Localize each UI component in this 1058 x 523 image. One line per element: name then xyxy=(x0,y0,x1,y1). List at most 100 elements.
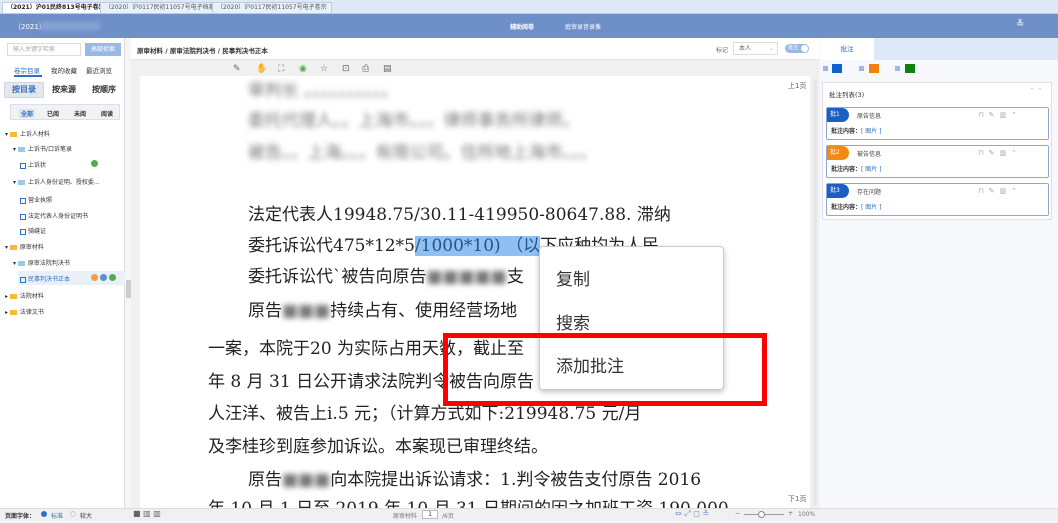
advanced-search-button[interactable]: 高级检索 xyxy=(85,43,121,56)
option-larger-label: 较大 xyxy=(80,513,93,520)
annotation-toggle[interactable]: 批注 xyxy=(785,44,809,53)
page-input[interactable]: 1 xyxy=(422,510,438,519)
breadcrumb: 原审材料 / 原审法院判决书 / 民事判决书正本 xyxy=(137,47,268,55)
tree-item[interactable]: ▾ 原审材料 xyxy=(5,242,44,251)
pen-icon[interactable]: ✎ xyxy=(233,64,241,74)
file-tab[interactable]: （2021）沪01民终813号电子卷宗 xyxy=(2,2,110,14)
tree-item[interactable]: 营业执照 xyxy=(20,195,52,204)
filter-read[interactable]: 已阅 xyxy=(47,109,59,118)
link-icon[interactable]: ⊡ xyxy=(342,64,350,74)
doc-toolbar: 原审材料 / 原审法院判决书 / 民事判决书正本 标记 本人 ⌄ 批注 xyxy=(131,38,819,60)
tree-item[interactable]: 法定代表人身份证明书 xyxy=(20,211,88,220)
color-swatch-orange xyxy=(869,64,879,73)
color-checkbox[interactable] xyxy=(859,66,864,71)
folder-icon xyxy=(9,310,17,315)
annotation-card[interactable]: 批3 存在问题 ⊓✎▥⌃ 批注内容：[ 图片 ] xyxy=(826,183,1049,216)
mark-select[interactable]: 本人 ⌄ xyxy=(733,42,778,55)
tree-item[interactable]: 骑缝证 xyxy=(20,226,46,235)
page-total: /6页 xyxy=(442,513,454,520)
hand-icon[interactable]: ✋ xyxy=(256,64,267,74)
collapse-all-icon[interactable]: ⌃ ⌃ xyxy=(1029,87,1043,95)
annotation-card[interactable]: 批1 原告信息 ⊓✎▥⌃ 批注内容：[ 图片 ] xyxy=(826,107,1049,140)
page-label: 原审材料 xyxy=(393,513,418,520)
annotation-actions-icons[interactable]: ⊓✎▥⌃ xyxy=(978,187,1022,195)
header-bar: （2021） 辅助阅卷 庭审录音录像 ≚ xyxy=(0,14,1058,38)
print-icon[interactable]: ⎙ xyxy=(362,64,369,74)
sort-by-source[interactable]: 按来源 xyxy=(44,82,84,98)
doc-line-blurred: 审判长 。。。。。。。。。。 xyxy=(248,81,398,101)
annotation-title: 存在问题 xyxy=(857,189,882,196)
menu-copy[interactable]: 复制 xyxy=(556,265,590,290)
zoom-in-icon[interactable]: + xyxy=(788,510,793,517)
zoom-slider-handle[interactable] xyxy=(758,511,765,518)
tree-item[interactable]: ▾ 上诉书/口诉笔录 xyxy=(13,144,72,153)
nav-audio-video[interactable]: 庭审录音录像 xyxy=(565,22,601,31)
tab-favorites[interactable]: 我的收藏 xyxy=(51,65,77,75)
filter-reading[interactable]: 阅读 xyxy=(101,109,113,118)
doc-scrollbar[interactable] xyxy=(813,80,817,505)
annotation-content: 批注内容：[ 图片 ] xyxy=(831,204,882,211)
annotation-actions-icons[interactable]: ⊓✎▥⌃ xyxy=(978,111,1022,119)
filter-unread[interactable]: 未阅 xyxy=(74,109,86,118)
file-icon xyxy=(20,276,26,283)
zoom-level: 100% xyxy=(798,511,816,518)
read-icon[interactable]: ◉ xyxy=(299,64,307,74)
sort-by-order[interactable]: 按顺序 xyxy=(84,82,124,98)
annotation-actions-icons[interactable]: ⊓✎▥⌃ xyxy=(978,149,1022,157)
file-tabs: （2021）沪01民终813号电子卷宗 （2020）沪0117民初11057号电… xyxy=(0,0,1058,14)
tree-item[interactable]: ▾ 原审法院判决书 xyxy=(13,258,70,267)
tree-item[interactable]: ▸ 法院材料 xyxy=(5,291,44,300)
tree-item[interactable]: ▸ 法律文书 xyxy=(5,307,44,316)
radio-larger[interactable] xyxy=(70,511,76,517)
notes-icon[interactable]: ▤ xyxy=(383,64,392,74)
annotation-card[interactable]: 批2 被告信息 ⊓✎▥⌃ 批注内容：[ 图片 ] xyxy=(826,145,1049,178)
tab-annotation[interactable]: 批注 xyxy=(820,38,874,60)
status-bar: 页面字体： 标准 较大 ■ ▥ ▥ 原审材料 1 /6页 ⇔ ⤢ ◻ ≚ − +… xyxy=(0,508,1058,521)
doc-line-blurred: 被告。。上海。。。有限公司。住所地上海市。。。 xyxy=(248,143,597,163)
fit-icons[interactable]: ⇔ ⤢ ◻ ≚ xyxy=(675,509,709,519)
folder-icon xyxy=(9,294,17,299)
list-title: 批注列表(3) xyxy=(829,91,865,99)
annotation-status-icon xyxy=(91,274,98,281)
crop-icon[interactable]: ⛶ xyxy=(278,64,284,74)
tab-catalog[interactable]: 卷宗目录 xyxy=(14,65,40,75)
tree-item[interactable]: ▾ 上诉人材料 xyxy=(5,129,50,138)
selected-text[interactable]: /1000*10) （以 xyxy=(414,236,541,256)
doc-line-blurred: 委托代理人。。上海市。。。律师事务所律师。 xyxy=(248,111,580,131)
view-mode-icons[interactable]: ■ ▥ ▥ xyxy=(133,509,161,518)
case-number-blurred xyxy=(40,22,100,30)
prev-page-button[interactable]: 上1页 xyxy=(788,81,806,91)
tree-item-selected[interactable]: 民事判决书正本 xyxy=(20,274,70,283)
star-icon[interactable]: ☆ xyxy=(320,64,328,74)
color-checkbox[interactable] xyxy=(823,66,828,71)
filter-all[interactable]: 全部 xyxy=(19,109,36,118)
tree-item[interactable]: ▾ 上诉人身份证明、授权委... xyxy=(13,177,100,186)
annotation-tag: 批2 xyxy=(827,146,849,160)
filter-bar: 全部 已阅 未阅 阅读 xyxy=(10,104,120,120)
annotation-title: 被告信息 xyxy=(857,151,882,158)
tab-recent[interactable]: 最近浏览 xyxy=(86,65,112,75)
zoom-out-icon[interactable]: − xyxy=(735,510,740,517)
doc-line: 年 10 月 1 日至 2019 年 10 月 31 日期间的因之加班工资 19… xyxy=(208,494,729,508)
menu-search[interactable]: 搜索 xyxy=(556,309,590,334)
tab-underline xyxy=(14,75,42,77)
color-checkbox[interactable] xyxy=(895,66,900,71)
file-icon xyxy=(20,228,26,235)
read-status-icon xyxy=(91,160,98,167)
tree-item[interactable]: 上诉状 xyxy=(20,160,46,169)
sort-by-catalog[interactable]: 按目录 xyxy=(4,82,44,98)
highlight-box xyxy=(443,333,767,406)
search-input[interactable]: 输入关键字检索 xyxy=(7,43,81,56)
doc-line: 及李桂珍到庭参加诉讼。本案现已审理终结。 xyxy=(208,437,548,457)
doc-line: 原告■■■向本院提出诉讼请求：1.判令被告支付原告 2016 xyxy=(248,470,702,490)
file-tab[interactable]: （2020）沪0117民初11057号电子卷宗 xyxy=(212,2,332,14)
annotation-title: 原告信息 xyxy=(857,113,882,120)
doc-line: 委托诉讼代`被告向原告■■■■■支 xyxy=(248,267,524,287)
radio-standard[interactable] xyxy=(41,511,47,517)
next-page-button[interactable]: 下1页 xyxy=(788,494,806,504)
collapse-icon[interactable]: ≚ xyxy=(1016,19,1024,30)
read-status-icon xyxy=(109,274,116,281)
file-tab[interactable]: （2020）沪0117民初11057号电子档案 xyxy=(100,2,220,14)
doc-line: 法定代表人19948.75/30.11-419950-80647.88. 滞纳 xyxy=(248,205,671,225)
nav-assist-reading[interactable]: 辅助阅卷 xyxy=(510,22,534,31)
